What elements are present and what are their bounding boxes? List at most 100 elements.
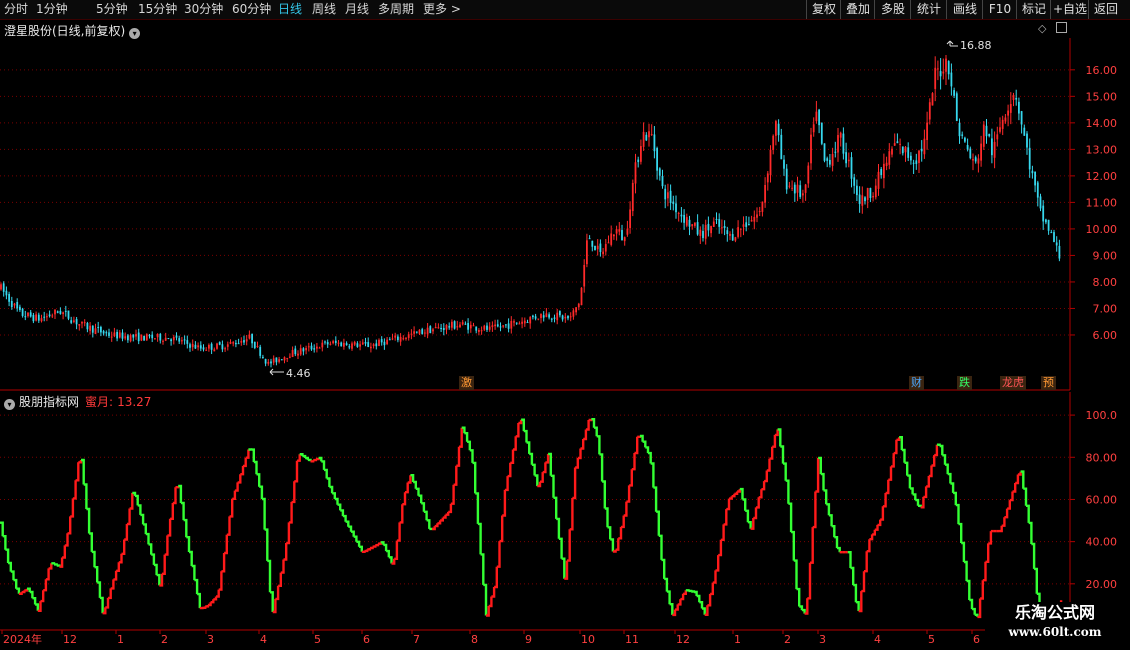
indicator-segment [81, 458, 85, 485]
period-1min[interactable]: 1分钟 [36, 2, 68, 17]
candle-body [775, 121, 777, 136]
btn-mark[interactable]: 标记 [1016, 0, 1051, 19]
indicator-segment [734, 491, 739, 495]
candle-body [534, 316, 537, 319]
candle-body [858, 194, 861, 204]
indicator-segment [286, 522, 291, 545]
candle-body [540, 313, 542, 319]
btn-add-watchlist[interactable]: +自选 [1050, 0, 1089, 19]
candle-body [661, 175, 664, 187]
candle-body [910, 155, 912, 161]
candle-body [542, 315, 545, 318]
candle-body [972, 158, 974, 161]
candle-body [1050, 232, 1053, 234]
event-yu[interactable]: 预 [1041, 376, 1056, 390]
candle-body [1028, 147, 1031, 170]
candle-body [526, 322, 529, 324]
event-die[interactable]: 跌 [957, 376, 972, 390]
indicator-value: 13.27 [117, 395, 152, 409]
indicator-segment [893, 439, 898, 455]
btn-fuquan[interactable]: 复权 [806, 0, 841, 19]
watermark-url: www.60lt.com [1008, 625, 1102, 639]
candle-body [621, 230, 623, 241]
indicator-segment [618, 526, 623, 540]
event-cai[interactable]: 财 [909, 376, 924, 390]
candle-body [796, 184, 799, 193]
candle-body [270, 361, 272, 364]
candle-body [243, 340, 245, 343]
candle-body [734, 237, 737, 241]
candle-body [999, 127, 1001, 132]
diamond-icon[interactable]: ◇ [1038, 22, 1046, 35]
candle-body [788, 185, 791, 187]
candle-body [707, 223, 710, 231]
btn-multi-stock[interactable]: 多股 [874, 0, 911, 19]
candle-body [151, 334, 154, 339]
chevron-down-icon[interactable]: ▾ [4, 399, 15, 410]
indicator-segment [572, 467, 577, 500]
btn-f10[interactable]: F10 [982, 0, 1017, 19]
indicator-segment [442, 514, 447, 519]
candle-body [572, 310, 575, 317]
candle-body [937, 68, 939, 70]
indicator-segment [955, 503, 960, 525]
indicator-segment [891, 453, 895, 468]
candle-body [162, 340, 164, 342]
indicator-segment [737, 489, 741, 493]
indicator-segment [658, 534, 663, 560]
period-monthly[interactable]: 月线 [345, 2, 369, 17]
period-daily[interactable]: 日线 [278, 2, 302, 17]
candle-body [380, 339, 383, 343]
indicator-segment [162, 554, 166, 575]
period-weekly[interactable]: 周线 [312, 2, 336, 17]
indicator-segment [750, 518, 755, 530]
event-ji[interactable]: 激 [459, 376, 474, 390]
indicator-segment [812, 491, 817, 529]
period-multi[interactable]: 多周期 [378, 2, 414, 17]
window-toggle-icon[interactable] [1055, 22, 1067, 33]
candle-body [1009, 104, 1012, 113]
indicator-name: 股朋指标网 [19, 395, 80, 409]
candle-body [191, 343, 194, 348]
btn-back[interactable]: 返回 [1088, 0, 1123, 19]
time-label: 2 [161, 633, 168, 646]
candle-body [181, 340, 183, 342]
candle-body [629, 209, 631, 229]
period-15min[interactable]: 15分钟 [138, 2, 177, 17]
btn-draw-line[interactable]: 画线 [946, 0, 983, 19]
period-60min[interactable]: 60分钟 [232, 2, 271, 17]
indicator-segment [2, 535, 7, 550]
candle-body [769, 149, 772, 176]
price-tick-label: 14.00 [1086, 117, 1118, 130]
btn-stats[interactable]: 统计 [910, 0, 947, 19]
candle-body [696, 222, 699, 235]
candle-body [953, 90, 955, 96]
indicator-segment [86, 507, 91, 534]
candle-body [988, 133, 991, 137]
chevron-down-icon[interactable]: ▾ [129, 28, 141, 39]
period-more[interactable]: 更多 > [423, 2, 461, 17]
indicator-segment [947, 472, 952, 484]
period-30min[interactable]: 30分钟 [184, 2, 223, 17]
period-fenshi[interactable]: 分时 [4, 2, 28, 17]
candle-body [208, 344, 210, 349]
btn-overlay[interactable]: 叠加 [840, 0, 875, 19]
indicator-segment [974, 613, 979, 617]
indicator-segment [915, 498, 920, 506]
indicator-segment [472, 461, 477, 494]
indicator-segment [24, 588, 29, 592]
candle-body [710, 226, 712, 234]
candle-body [129, 335, 132, 342]
candle-body [64, 310, 67, 312]
candle-body [807, 165, 810, 184]
candle-body [826, 158, 829, 161]
time-label: 8 [471, 633, 478, 646]
period-5min[interactable]: 5分钟 [96, 2, 128, 17]
indicator-segment [502, 489, 507, 517]
indicator-segment [977, 598, 982, 619]
indicator-segment [909, 487, 914, 495]
candle-body [367, 342, 370, 347]
candle-body [823, 143, 826, 161]
candle-body [812, 124, 815, 133]
event-longhu[interactable]: 龙虎 [1000, 376, 1026, 390]
